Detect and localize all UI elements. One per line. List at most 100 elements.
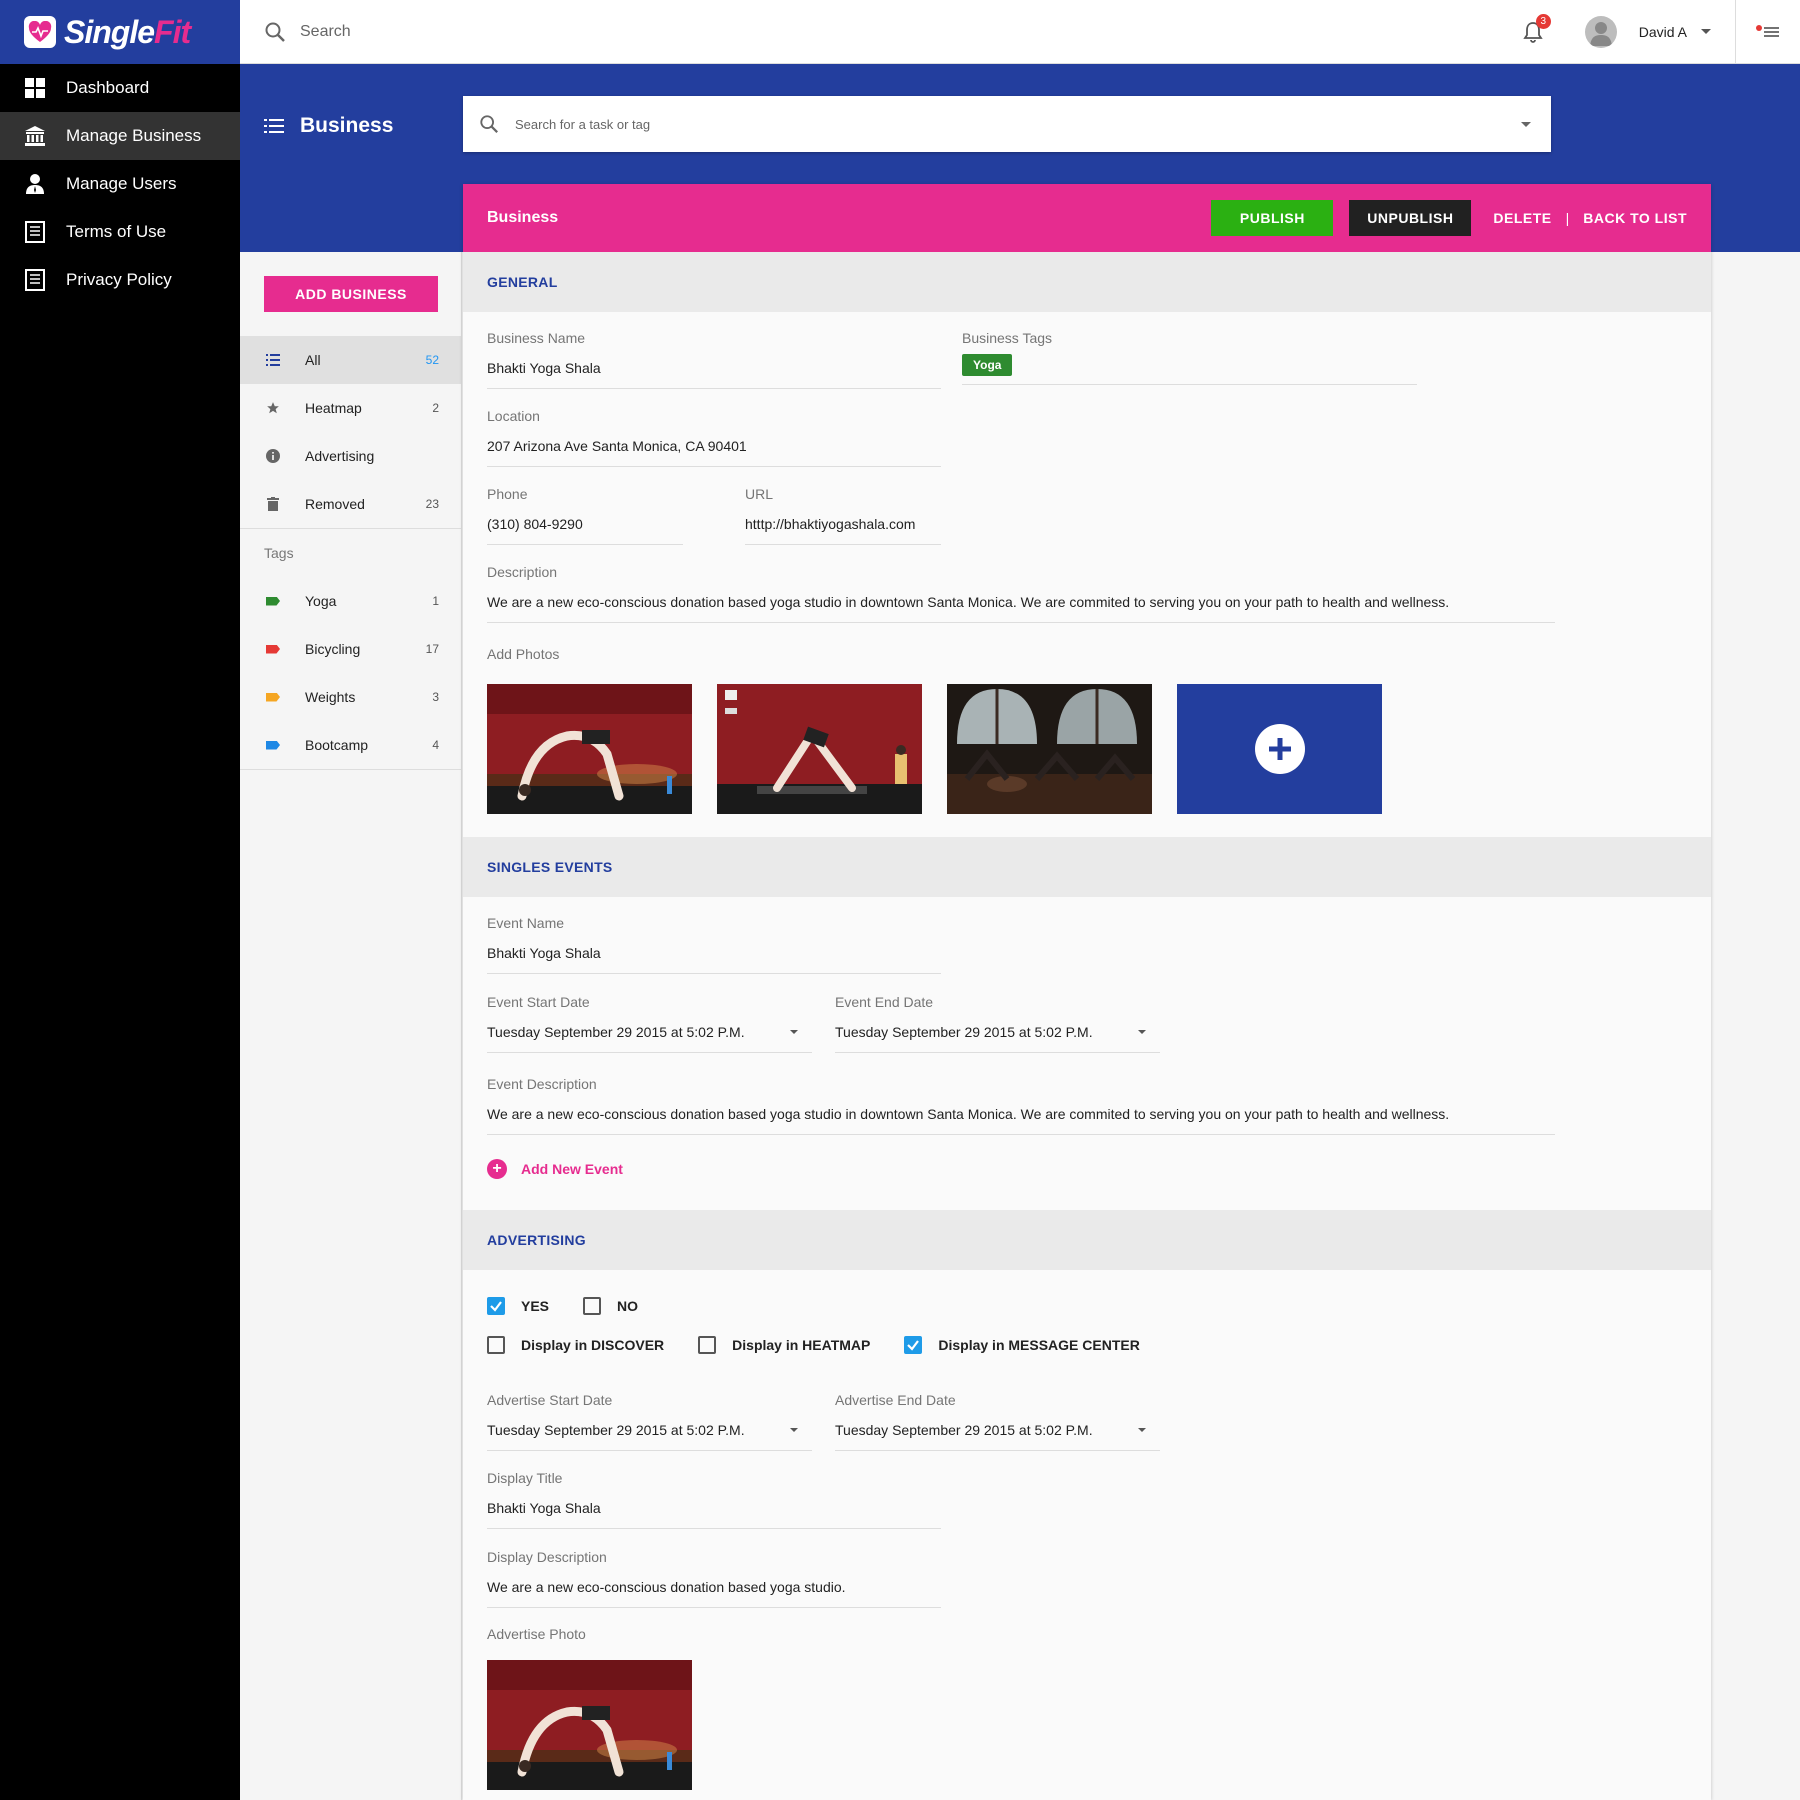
phone-field[interactable]: Phone (310) 804-9290 bbox=[487, 486, 683, 545]
display-title-field[interactable]: Display Title Bhakti Yoga Shala bbox=[487, 1470, 941, 1529]
add-photos-label-wrap: Add Photos bbox=[487, 646, 559, 662]
display-in-heatmap-checkbox[interactable]: Display in HEATMAP bbox=[698, 1336, 870, 1354]
date-select[interactable]: Tuesday September 29 2015 at 5:02 P.M. bbox=[835, 1024, 1160, 1053]
event-description-field[interactable]: Event Description We are a new eco-consc… bbox=[487, 1076, 1555, 1135]
description-field[interactable]: Description We are a new eco-conscious d… bbox=[487, 564, 1555, 623]
field-label: Business Tags bbox=[962, 330, 1053, 346]
filter-count: 52 bbox=[425, 353, 439, 367]
notifications-button[interactable]: 3 bbox=[1521, 13, 1551, 44]
add-new-event-button[interactable]: + Add New Event bbox=[487, 1159, 623, 1179]
plus-circle-icon bbox=[1254, 724, 1305, 774]
advertise-end-date-field[interactable]: Advertise End Date Tuesday September 29 … bbox=[835, 1392, 1160, 1451]
chevron-down-icon bbox=[790, 1030, 798, 1034]
advertise-start-date-field[interactable]: Advertise Start Date Tuesday September 2… bbox=[487, 1392, 812, 1451]
display-description-field[interactable]: Display Description We are a new eco-con… bbox=[487, 1549, 941, 1608]
checkmark-icon bbox=[490, 1301, 502, 1312]
search-icon bbox=[480, 115, 498, 133]
chevron-down-icon bbox=[1138, 1030, 1146, 1034]
filter-item-advertising[interactable]: Advertising bbox=[240, 432, 461, 480]
business-photo-3[interactable] bbox=[947, 684, 1152, 814]
business-tags-field[interactable]: Business Tags Yoga bbox=[962, 330, 1417, 385]
info-icon bbox=[264, 447, 282, 465]
app-logo-text: SingleFit bbox=[64, 14, 191, 51]
field-value[interactable]: We are a new eco-conscious donation base… bbox=[487, 594, 1555, 623]
chevron-down-icon[interactable] bbox=[1701, 29, 1711, 34]
nav-item-manage-business[interactable]: Manage Business bbox=[0, 112, 240, 160]
tag-item-weights[interactable]: Weights 3 bbox=[240, 673, 461, 721]
date-select[interactable]: Tuesday September 29 2015 at 5:02 P.M. bbox=[487, 1024, 812, 1053]
date-select[interactable]: Tuesday September 29 2015 at 5:02 P.M. bbox=[835, 1422, 1160, 1451]
tag-item-bootcamp[interactable]: Bootcamp 4 bbox=[240, 721, 461, 769]
business-photo-2[interactable] bbox=[717, 684, 922, 814]
advertising-no-checkbox[interactable]: NO bbox=[583, 1297, 638, 1315]
list-icon[interactable] bbox=[264, 118, 284, 134]
back-to-list-link[interactable]: BACK TO LIST bbox=[1583, 210, 1687, 226]
tag-label: Bicycling bbox=[305, 641, 361, 657]
display-in-message-center-checkbox[interactable]: Display in MESSAGE CENTER bbox=[904, 1336, 1140, 1354]
filter-item-all[interactable]: All 52 bbox=[240, 336, 461, 384]
business-name-field[interactable]: Business Name Bhakti Yoga Shala bbox=[487, 330, 941, 389]
nav-label: Terms of Use bbox=[66, 222, 167, 241]
field-label: Advertise Start Date bbox=[487, 1392, 613, 1408]
avatar[interactable] bbox=[1584, 15, 1617, 48]
filter-item-removed[interactable]: Removed 23 bbox=[240, 480, 461, 528]
field-value[interactable]: 207 Arizona Ave Santa Monica, CA 90401 bbox=[487, 438, 941, 467]
tag-label: Weights bbox=[305, 689, 356, 705]
business-detail-card: Business PUBLISH UNPUBLISH DELETE | BACK… bbox=[463, 184, 1711, 1800]
advertising-toggle-row: YES NO bbox=[487, 1297, 672, 1315]
field-value[interactable]: We are a new eco-conscious donation base… bbox=[487, 1106, 1555, 1135]
general-section: Business Name Bhakti Yoga Shala Business… bbox=[463, 312, 1711, 837]
field-value[interactable]: Bhakti Yoga Shala bbox=[487, 1500, 941, 1529]
add-business-button[interactable]: ADD BUSINESS bbox=[264, 276, 438, 312]
tag-icon bbox=[264, 592, 282, 610]
global-search-input[interactable] bbox=[300, 22, 900, 41]
field-value[interactable]: Bhakti Yoga Shala bbox=[487, 360, 941, 389]
add-new-event-label: Add New Event bbox=[521, 1161, 623, 1177]
tag-chip-yoga[interactable]: Yoga bbox=[962, 354, 1013, 376]
tags-container[interactable]: Yoga bbox=[962, 354, 1417, 385]
field-label: Phone bbox=[487, 486, 528, 502]
field-value[interactable]: We are a new eco-conscious donation base… bbox=[487, 1579, 941, 1608]
app-logo[interactable]: SingleFit bbox=[0, 0, 240, 64]
location-field[interactable]: Location 207 Arizona Ave Santa Monica, C… bbox=[487, 408, 941, 467]
field-value[interactable]: htttp://bhaktiyogashala.com bbox=[745, 516, 941, 545]
checkbox-label: NO bbox=[617, 1298, 639, 1314]
field-value: Tuesday September 29 2015 at 5:02 P.M. bbox=[835, 1422, 1093, 1438]
checkmark-icon bbox=[907, 1340, 920, 1351]
task-search-input[interactable] bbox=[515, 116, 1521, 132]
nav-item-terms-of-use[interactable]: Terms of Use bbox=[0, 208, 240, 256]
date-select[interactable]: Tuesday September 29 2015 at 5:02 P.M. bbox=[487, 1422, 812, 1451]
field-value: Tuesday September 29 2015 at 5:02 P.M. bbox=[835, 1024, 1093, 1040]
menu-toggle-button[interactable] bbox=[1736, 0, 1800, 64]
tag-icon bbox=[264, 736, 282, 754]
field-value[interactable]: (310) 804-9290 bbox=[487, 516, 683, 545]
business-sidebar: ADD BUSINESS All 52 Heatmap 2 Advertisin… bbox=[240, 252, 462, 1800]
page-title: Business bbox=[300, 114, 394, 137]
business-photo-1[interactable] bbox=[487, 684, 692, 814]
tag-item-bicycling[interactable]: Bicycling 17 bbox=[240, 625, 461, 673]
field-value[interactable]: Bhakti Yoga Shala bbox=[487, 945, 941, 974]
filter-item-heatmap[interactable]: Heatmap 2 bbox=[240, 384, 461, 432]
user-name[interactable]: David A bbox=[1639, 24, 1687, 40]
tag-label: Bootcamp bbox=[305, 737, 369, 753]
yoga-photo-image bbox=[487, 1660, 692, 1790]
publish-button[interactable]: PUBLISH bbox=[1211, 200, 1334, 236]
delete-link[interactable]: DELETE bbox=[1493, 210, 1551, 226]
advertising-yes-checkbox[interactable]: YES bbox=[487, 1297, 549, 1315]
display-in-discover-checkbox[interactable]: Display in DISCOVER bbox=[487, 1336, 664, 1354]
unpublish-button[interactable]: UNPUBLISH bbox=[1349, 200, 1472, 236]
tag-item-yoga[interactable]: Yoga 1 bbox=[240, 577, 461, 625]
document-icon bbox=[25, 221, 45, 243]
url-field[interactable]: URL htttp://bhaktiyogashala.com bbox=[745, 486, 941, 545]
add-photo-button[interactable] bbox=[1177, 684, 1382, 814]
nav-item-dashboard[interactable]: Dashboard bbox=[0, 64, 240, 112]
filter-count: 2 bbox=[432, 401, 439, 415]
nav-item-privacy-policy[interactable]: Privacy Policy bbox=[0, 256, 240, 304]
tag-label: Yoga bbox=[305, 593, 337, 609]
advertise-photo[interactable] bbox=[487, 1660, 692, 1790]
nav-item-manage-users[interactable]: Manage Users bbox=[0, 160, 240, 208]
event-name-field[interactable]: Event Name Bhakti Yoga Shala bbox=[487, 915, 941, 974]
event-start-date-field[interactable]: Event Start Date Tuesday September 29 20… bbox=[487, 994, 812, 1053]
event-end-date-field[interactable]: Event End Date Tuesday September 29 2015… bbox=[835, 994, 1160, 1053]
chevron-down-icon[interactable] bbox=[1521, 121, 1531, 127]
